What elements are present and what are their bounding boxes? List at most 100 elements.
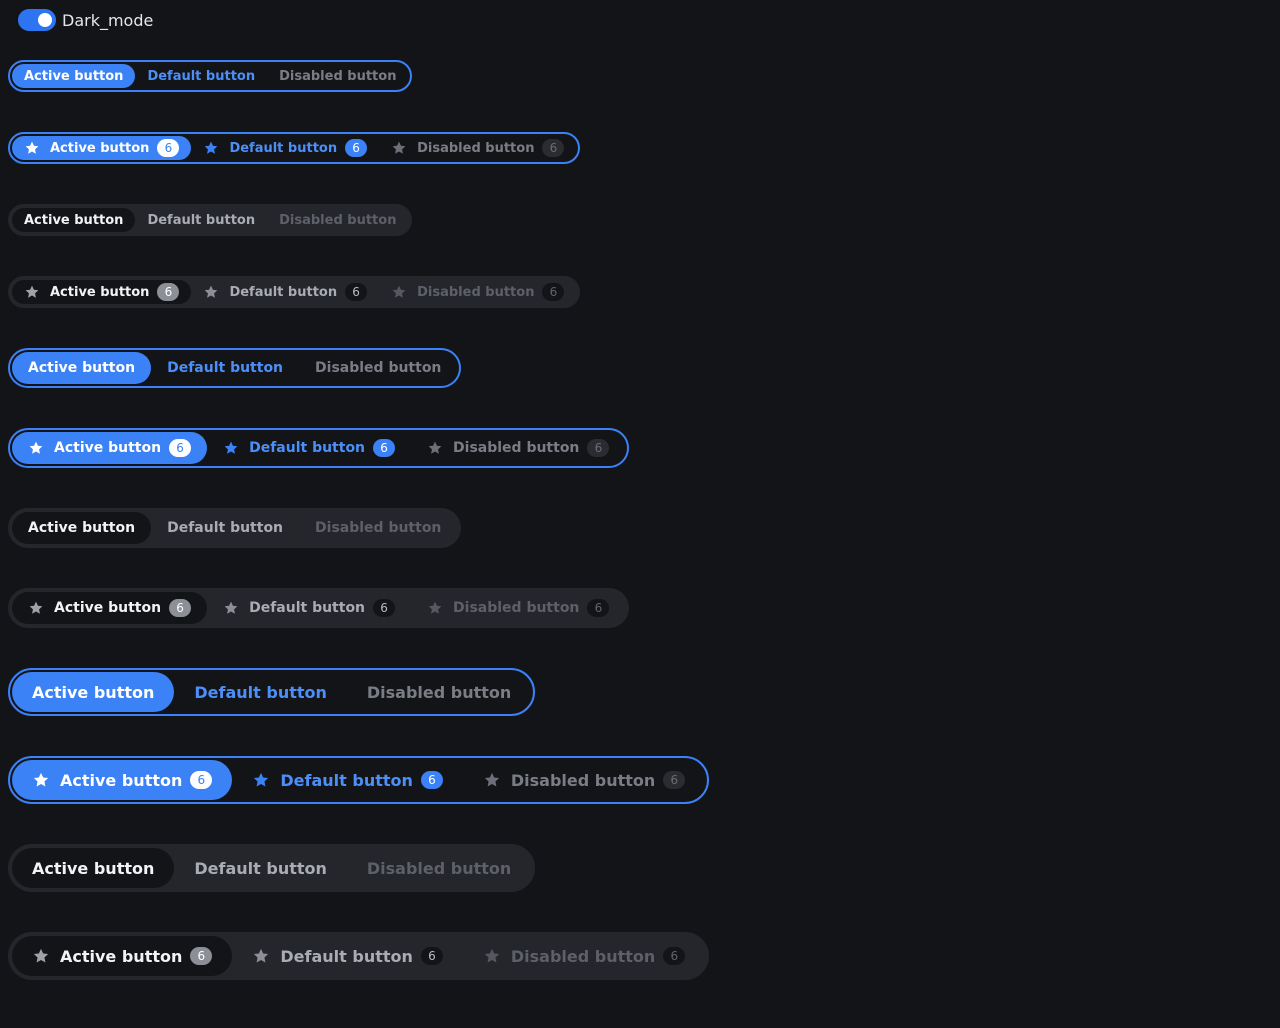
active-button[interactable]: Active button 6 [12, 760, 233, 800]
active-button-label: Active button [24, 68, 124, 84]
count-badge: 6 [169, 439, 192, 457]
active-button-label: Active button [60, 946, 183, 966]
dark-mode-toggle[interactable] [18, 9, 56, 31]
disabled-button-label: Disabled button [279, 212, 397, 228]
disabled-button-label: Disabled button [510, 770, 656, 790]
count-badge: 6 [157, 139, 180, 157]
active-button[interactable]: Active button [12, 672, 175, 712]
default-button-label: Default button [194, 682, 327, 702]
star-icon [392, 141, 406, 154]
count-badge: 6 [587, 439, 610, 457]
count-badge: 6 [373, 599, 396, 617]
active-button[interactable]: Active button [12, 64, 136, 88]
disabled-button: Disabled button 6 [411, 432, 625, 464]
active-button[interactable]: Active button [12, 352, 152, 384]
disabled-button-label: Disabled button [453, 440, 580, 456]
active-button[interactable]: Active button 6 [12, 280, 192, 304]
default-button[interactable]: Default button 6 [232, 760, 463, 800]
active-button-label: Active button [32, 858, 155, 878]
disabled-button-label: Disabled button [510, 946, 656, 966]
segmented-group-outline-large: Active button Default button Disabled butt… [8, 668, 536, 716]
star-icon [33, 772, 49, 787]
default-button-label: Default button [194, 858, 327, 878]
segmented-group-outline-large-icons: Active button 6 Default button 6 Disabled bu… [8, 756, 710, 804]
default-button[interactable]: Default button [151, 352, 299, 384]
default-button-label: Default button [280, 770, 413, 790]
default-button-label: Default button [249, 600, 366, 616]
star-icon [224, 601, 238, 614]
count-badge: 6 [345, 283, 368, 301]
default-button[interactable]: Default button 6 [207, 592, 411, 624]
active-button-label: Active button [24, 212, 124, 228]
star-icon [205, 141, 218, 154]
default-button[interactable]: Default button 6 [207, 432, 411, 464]
active-button[interactable]: Active button 6 [12, 432, 208, 464]
active-button[interactable]: Active button 6 [12, 936, 233, 976]
active-button[interactable]: Active button [12, 208, 136, 232]
default-button-label: Default button [147, 68, 256, 84]
disabled-button: Disabled button [347, 848, 531, 888]
star-icon [29, 441, 43, 454]
active-button-label: Active button [50, 284, 150, 300]
star-icon [428, 601, 442, 614]
active-button-label: Active button [32, 682, 155, 702]
disabled-button: Disabled button [299, 512, 457, 544]
count-badge: 6 [542, 283, 565, 301]
disabled-button: Disabled button 6 [379, 136, 576, 160]
star-icon [484, 772, 500, 787]
count-badge: 6 [169, 599, 192, 617]
segmented-group-filled-large-icons: Active button 6 Default button 6 Disabled bu… [8, 932, 710, 980]
segmented-group-outline-medium: Active button Default button Disabled butt… [8, 348, 462, 388]
default-button[interactable]: Default button 6 [232, 936, 463, 976]
disabled-button: Disabled button [267, 64, 408, 88]
segmented-group-filled-large: Active button Default button Disabled butt… [8, 844, 536, 892]
dark-mode-toggle-row: Dark_mode [18, 9, 153, 31]
star-icon [224, 441, 238, 454]
default-button-label: Default button [280, 946, 413, 966]
active-button[interactable]: Active button [12, 512, 152, 544]
star-icon [25, 285, 39, 298]
active-button[interactable]: Active button 6 [12, 592, 208, 624]
disabled-button: Disabled button [299, 352, 457, 384]
star-icon [29, 601, 43, 614]
star-icon [254, 948, 269, 963]
disabled-button-label: Disabled button [315, 520, 442, 536]
default-button[interactable]: Default button [174, 848, 347, 888]
default-button[interactable]: Default button 6 [191, 280, 379, 304]
active-button[interactable]: Active button [12, 848, 175, 888]
segmented-group-filled-medium-icons: Active button 6 Default button 6 Disabled bu… [8, 588, 630, 628]
default-button[interactable]: Default button [151, 512, 299, 544]
star-icon [254, 772, 269, 787]
active-button-label: Active button [28, 520, 136, 536]
count-badge: 6 [663, 771, 686, 789]
default-button-label: Default button [229, 140, 338, 156]
segmented-group-filled-small: Active button Default button Disabled butt… [8, 204, 413, 236]
active-button-label: Active button [54, 440, 162, 456]
disabled-button: Disabled button [267, 208, 408, 232]
segmented-group-outline-medium-icons: Active button 6 Default button 6 Disabled bu… [8, 428, 630, 468]
star-icon [25, 141, 39, 154]
disabled-button: Disabled button 6 [463, 760, 705, 800]
star-icon [33, 948, 49, 963]
default-button-label: Default button [249, 440, 366, 456]
active-button[interactable]: Active button 6 [12, 136, 192, 160]
disabled-button-label: Disabled button [315, 360, 442, 376]
default-button-label: Default button [147, 212, 256, 228]
default-button-label: Default button [167, 520, 284, 536]
segmented-group-outline-small-icons: Active button 6 Default button 6 Disabled bu… [8, 132, 581, 164]
count-badge: 6 [663, 947, 686, 965]
count-badge: 6 [542, 139, 565, 157]
default-button[interactable]: Default button [135, 208, 267, 232]
segmented-group-filled-medium: Active button Default button Disabled butt… [8, 508, 462, 548]
default-button[interactable]: Default button [135, 64, 267, 88]
star-icon [484, 948, 500, 963]
disabled-button: Disabled button 6 [379, 280, 576, 304]
segmented-group-outline-small: Active button Default button Disabled butt… [8, 60, 413, 92]
default-button[interactable]: Default button [174, 672, 347, 712]
default-button-label: Default button [229, 284, 338, 300]
default-button[interactable]: Default button 6 [191, 136, 379, 160]
star-icon [392, 285, 406, 298]
active-button-label: Active button [50, 140, 150, 156]
count-badge: 6 [190, 771, 213, 789]
count-badge: 6 [373, 439, 396, 457]
